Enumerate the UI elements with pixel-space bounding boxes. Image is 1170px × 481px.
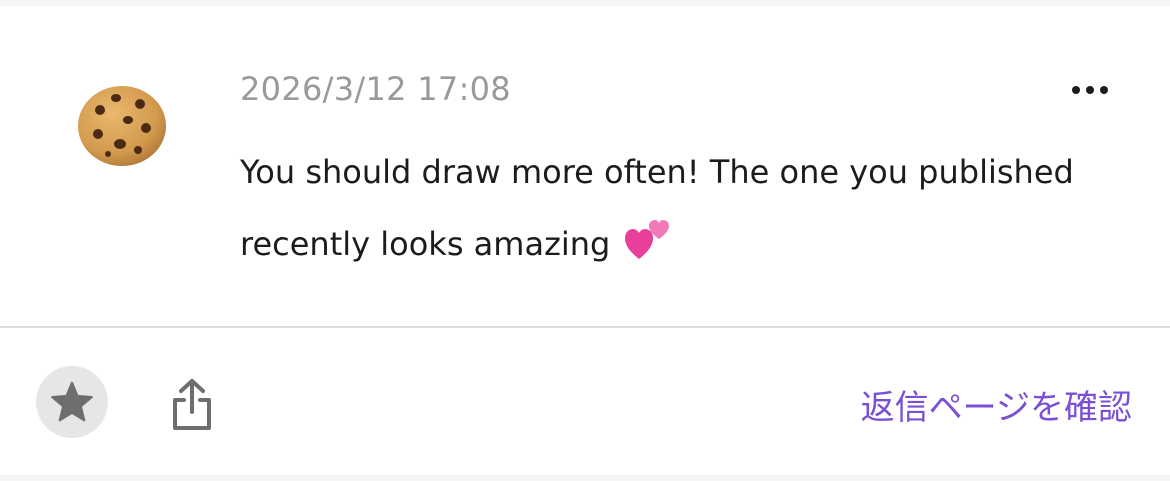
share-icon: [173, 379, 211, 430]
more-options-button[interactable]: [1066, 72, 1114, 108]
more-options-icon: [1072, 86, 1108, 94]
comment-line-2: recently looks amazing: [240, 225, 611, 263]
comment-line-1: You should draw more often! The one you …: [240, 153, 1074, 191]
comment-text: You should draw more often! The one you …: [240, 136, 1110, 280]
post-card: 2026/3/12 17:08 You should draw more oft…: [0, 6, 1170, 475]
post-timestamp: 2026/3/12 17:08: [240, 70, 511, 108]
star-icon: [51, 381, 93, 422]
share-button[interactable]: [164, 376, 220, 434]
favorite-button[interactable]: [36, 366, 108, 438]
divider: [0, 326, 1170, 328]
view-reply-page-link[interactable]: 返信ページを確認: [861, 380, 1132, 429]
avatar[interactable]: [76, 84, 168, 168]
two-hearts-icon: [624, 220, 669, 259]
cookie-icon: [78, 86, 166, 166]
